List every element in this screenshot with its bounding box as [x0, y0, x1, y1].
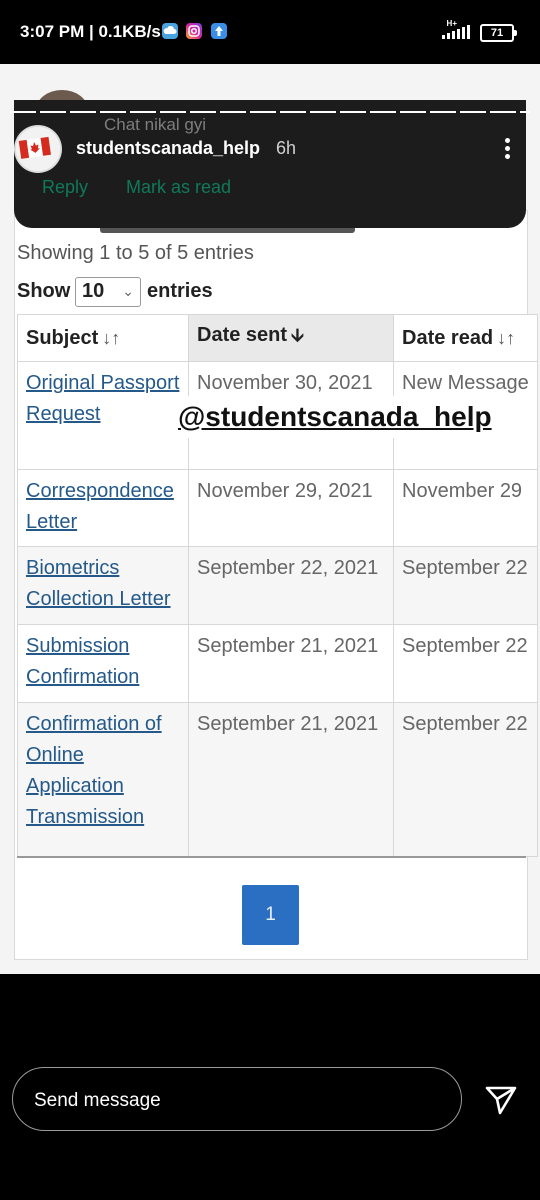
send-message-placeholder: Send message	[34, 1090, 161, 1111]
column-header-date-sent[interactable]: Date sent 🡫	[188, 314, 394, 362]
reply-preview-text: Chat nikal gyi	[104, 115, 207, 134]
story-username[interactable]: studentscanada_help	[76, 138, 260, 159]
partially-hidden-button	[100, 228, 355, 233]
mark-as-read-button[interactable]: Mark as read	[126, 177, 231, 198]
table-row: Submission Confirmation September 21, 20…	[17, 624, 538, 703]
column-header-date-read[interactable]: Date read ↓↑	[393, 314, 538, 362]
date-sent-cell: November 29, 2021	[188, 469, 394, 547]
signal-icon	[442, 25, 472, 39]
table-row: Biometrics Collection Letter September 2…	[17, 546, 538, 625]
column-header-subject[interactable]: Subject ↓↑	[17, 314, 189, 362]
date-read-cell: September 22	[393, 624, 538, 703]
status-time-speed: 3:07 PM | 0.1KB/s	[20, 22, 161, 41]
canada-flag-icon	[16, 127, 60, 171]
subject-link[interactable]: Biometrics Collection Letter	[17, 546, 189, 625]
more-options-icon[interactable]	[498, 135, 516, 163]
showing-entries-text: Showing 1 to 5 of 5 entries	[17, 242, 254, 264]
table-bottom-border	[17, 856, 526, 858]
column-label: Date sent	[197, 324, 288, 346]
subject-link[interactable]: Confirmation of Online Application Trans…	[17, 702, 189, 857]
status-bar: 3:07 PM | 0.1KB/s H+ 71	[0, 0, 540, 64]
date-read-cell: September 22	[393, 546, 538, 625]
reply-button[interactable]: Reply	[42, 177, 88, 198]
column-label: Subject	[26, 326, 99, 349]
reply-notification-card	[14, 100, 526, 228]
cloud-icon	[162, 23, 178, 39]
pagination-page-button[interactable]: 1	[242, 885, 299, 945]
sort-down-icon: 🡫	[291, 325, 304, 345]
username-watermark-sticker: @studentscanada_help	[168, 396, 522, 438]
watermark-text: @studentscanada_help	[178, 401, 492, 432]
entries-label: entries	[147, 280, 213, 302]
story-progress-bar	[10, 111, 530, 113]
date-read-cell: September 22	[393, 702, 538, 857]
show-label: Show	[17, 280, 71, 302]
table-row: Confirmation of Online Application Trans…	[17, 702, 538, 857]
subject-link[interactable]: Original Passport Request	[17, 361, 189, 470]
instagram-icon	[186, 23, 202, 39]
subject-link[interactable]: Submission Confirmation	[17, 624, 189, 703]
column-label: Date read	[402, 326, 494, 349]
sort-both-icon: ↓↑	[497, 327, 516, 348]
story-time-ago: 6h	[276, 138, 297, 158]
battery-icon: 71	[480, 24, 517, 42]
date-sent-cell: September 21, 2021	[188, 702, 394, 857]
table-header-row: Subject ↓↑ Date sent 🡫 Date read ↓↑	[17, 314, 538, 362]
chevron-down-icon: ⌄	[122, 283, 134, 299]
subject-link[interactable]: Correspondence Letter	[17, 469, 189, 547]
date-read-cell: November 29	[393, 469, 538, 547]
page-size-value: 10	[82, 280, 105, 302]
page-size-select[interactable]: 10 ⌄	[75, 277, 141, 307]
date-sent-cell: September 22, 2021	[188, 546, 394, 625]
date-sent-cell: September 21, 2021	[188, 624, 394, 703]
table-row: Correspondence Letter November 29, 2021 …	[17, 469, 538, 547]
avatar[interactable]	[16, 127, 60, 171]
upload-icon	[211, 23, 227, 39]
send-icon[interactable]	[484, 1084, 518, 1116]
sort-both-icon: ↓↑	[102, 327, 121, 348]
